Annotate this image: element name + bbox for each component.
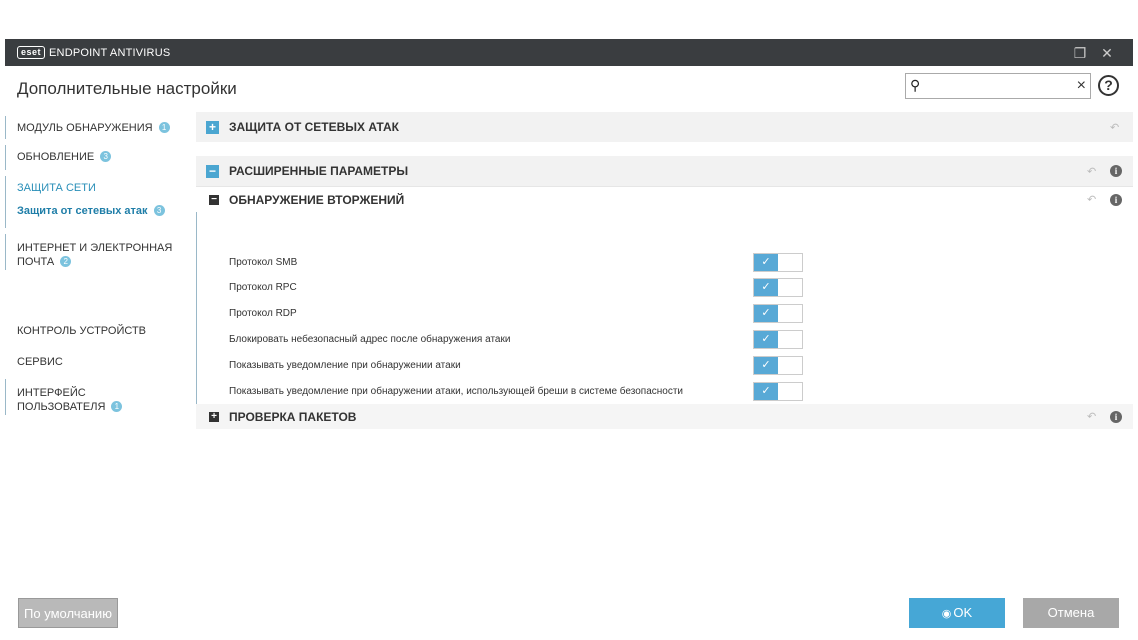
revert-icon[interactable]: ↶ xyxy=(1087,193,1096,206)
setting-row-rdp: Протокол RDP ✓ xyxy=(196,301,1133,327)
toggle-switch[interactable]: ✓ xyxy=(753,304,803,323)
setting-label: Показывать уведомление при обнаружении а… xyxy=(229,386,683,397)
setting-label: Блокировать небезопасный адрес после обн… xyxy=(229,334,511,345)
count-badge: 2 xyxy=(60,256,72,267)
count-badge: 3 xyxy=(100,151,112,162)
check-icon: ✓ xyxy=(754,305,778,322)
count-badge: 1 xyxy=(111,401,123,412)
help-icon[interactable]: ? xyxy=(1098,75,1119,96)
ok-label: OK xyxy=(953,605,973,620)
page-title: Дополнительные настройки xyxy=(17,79,237,98)
sidebar-item-label: ОБНОВЛЕНИЕ xyxy=(17,151,95,163)
restore-icon[interactable]: ❐ xyxy=(1071,44,1089,62)
sidebar-item-label: ПОЧТА xyxy=(17,256,55,268)
revert-icon[interactable]: ↶ xyxy=(1110,121,1119,134)
sidebar-item-label: СЕРВИС xyxy=(17,356,63,368)
sidebar-item-web-email[interactable]: ИНТЕРНЕТ И ЭЛЕКТРОННАЯ ПОЧТА 2 xyxy=(5,234,190,270)
check-icon: ✓ xyxy=(754,279,778,296)
setting-row-smb: Протокол SMB ✓ xyxy=(196,250,1133,276)
search-input[interactable] xyxy=(930,76,1070,96)
check-icon: ✓ xyxy=(754,331,778,348)
section-title: ЗАЩИТА ОТ СЕТЕВЫХ АТАК xyxy=(229,120,399,134)
search-box: ⚲ × xyxy=(905,73,1091,99)
check-icon: ✓ xyxy=(754,254,778,271)
info-icon[interactable]: i xyxy=(1110,410,1122,423)
count-badge: 3 xyxy=(153,205,165,216)
shield-icon: ◉ xyxy=(941,608,952,620)
sidebar-item-device-control[interactable]: КОНТРОЛЬ УСТРОЙСТВ xyxy=(5,325,190,337)
toggle-switch[interactable]: ✓ xyxy=(753,253,803,272)
toggle-switch[interactable]: ✓ xyxy=(753,356,803,375)
close-icon[interactable]: ✕ xyxy=(1098,44,1116,62)
toggle-switch[interactable]: ✓ xyxy=(753,330,803,349)
ok-button[interactable]: ◉ OK xyxy=(909,598,1005,628)
sidebar-item-label: ЗАЩИТА СЕТИ xyxy=(17,182,96,194)
setting-label: Протокол RPC xyxy=(229,282,297,293)
section-network-attack[interactable]: + ЗАЩИТА ОТ СЕТЕВЫХ АТАК ↶ xyxy=(196,112,1133,142)
info-icon[interactable]: i xyxy=(1110,193,1122,206)
sidebar-item-label: ИНТЕРФЕЙС xyxy=(17,387,86,399)
sidebar-item-network-attack-protection[interactable]: Защита от сетевых атак 3 xyxy=(5,205,190,217)
sidebar-item-detection[interactable]: МОДУЛЬ ОБНАРУЖЕНИЯ 1 xyxy=(5,116,190,139)
setting-row-notify-attack: Показывать уведомление при обнаружении а… xyxy=(196,353,1133,379)
subsection-title: ОБНАРУЖЕНИЕ ВТОРЖЕНИЙ xyxy=(229,192,405,207)
cancel-button[interactable]: Отмена xyxy=(1023,598,1119,628)
count-badge: 1 xyxy=(158,122,170,133)
eset-logo: eset xyxy=(17,46,46,59)
section-title: РАСШИРЕННЫЕ ПАРАМЕТРЫ xyxy=(229,164,409,178)
subsection-title: ПРОВЕРКА ПАКЕТОВ xyxy=(229,409,357,424)
info-icon[interactable]: i xyxy=(1110,165,1122,177)
clear-search-icon[interactable]: × xyxy=(1077,76,1086,96)
setting-label: Показывать уведомление при обнаружении а… xyxy=(229,360,461,371)
subsection-intrusion[interactable]: − ОБНАРУЖЕНИЕ ВТОРЖЕНИЙ ↶ i xyxy=(196,186,1133,212)
app-title: ENDPOINT ANTIVIRUS xyxy=(49,46,171,59)
setting-row-rpc: Протокол RPC ✓ xyxy=(196,275,1133,301)
setting-row-notify-exploit: Показывать уведомление при обнаружении а… xyxy=(196,379,1133,405)
sidebar-item-user-interface[interactable]: ИНТЕРФЕЙС ПОЛЬЗОВАТЕЛЯ 1 xyxy=(5,379,190,415)
expand-icon[interactable]: + xyxy=(206,120,219,134)
sidebar-item-network-protection[interactable]: ЗАЩИТА СЕТИ xyxy=(5,176,190,228)
toggle-switch[interactable]: ✓ xyxy=(753,278,803,297)
setting-row-block-address: Блокировать небезопасный адрес после обн… xyxy=(196,327,1133,353)
collapse-icon[interactable]: − xyxy=(206,164,219,178)
settings-window: eset ENDPOINT ANTIVIRUS ❐ ✕ Дополнительн… xyxy=(5,39,1133,640)
check-icon: ✓ xyxy=(754,383,778,400)
setting-label: Протокол SMB xyxy=(229,257,298,268)
expand-icon[interactable]: + xyxy=(209,411,219,422)
sidebar-item-label: ИНТЕРНЕТ И ЭЛЕКТРОННАЯ xyxy=(17,242,173,254)
toggle-switch[interactable]: ✓ xyxy=(753,382,803,401)
collapse-icon[interactable]: − xyxy=(209,194,219,205)
sidebar-item-tools[interactable]: СЕРВИС xyxy=(5,356,190,368)
subsection-packet-inspection[interactable]: + ПРОВЕРКА ПАКЕТОВ ↶ i xyxy=(196,404,1133,429)
check-icon: ✓ xyxy=(754,357,778,374)
revert-icon[interactable]: ↶ xyxy=(1087,165,1096,178)
sidebar-item-label: Защита от сетевых атак xyxy=(17,205,148,217)
revert-icon[interactable]: ↶ xyxy=(1087,410,1096,423)
sidebar-item-update[interactable]: ОБНОВЛЕНИЕ 3 xyxy=(5,145,190,170)
setting-label: Протокол RDP xyxy=(229,308,297,319)
search-icon: ⚲ xyxy=(910,77,921,93)
title-bar: eset ENDPOINT ANTIVIRUS ❐ ✕ xyxy=(5,39,1133,66)
sidebar-item-label: МОДУЛЬ ОБНАРУЖЕНИЯ xyxy=(17,122,153,134)
sidebar-item-label: ПОЛЬЗОВАТЕЛЯ xyxy=(17,401,106,413)
default-button[interactable]: По умолчанию xyxy=(18,598,118,628)
section-advanced[interactable]: − РАСШИРЕННЫЕ ПАРАМЕТРЫ ↶ i xyxy=(196,156,1133,186)
sidebar-item-label: КОНТРОЛЬ УСТРОЙСТВ xyxy=(17,325,147,337)
